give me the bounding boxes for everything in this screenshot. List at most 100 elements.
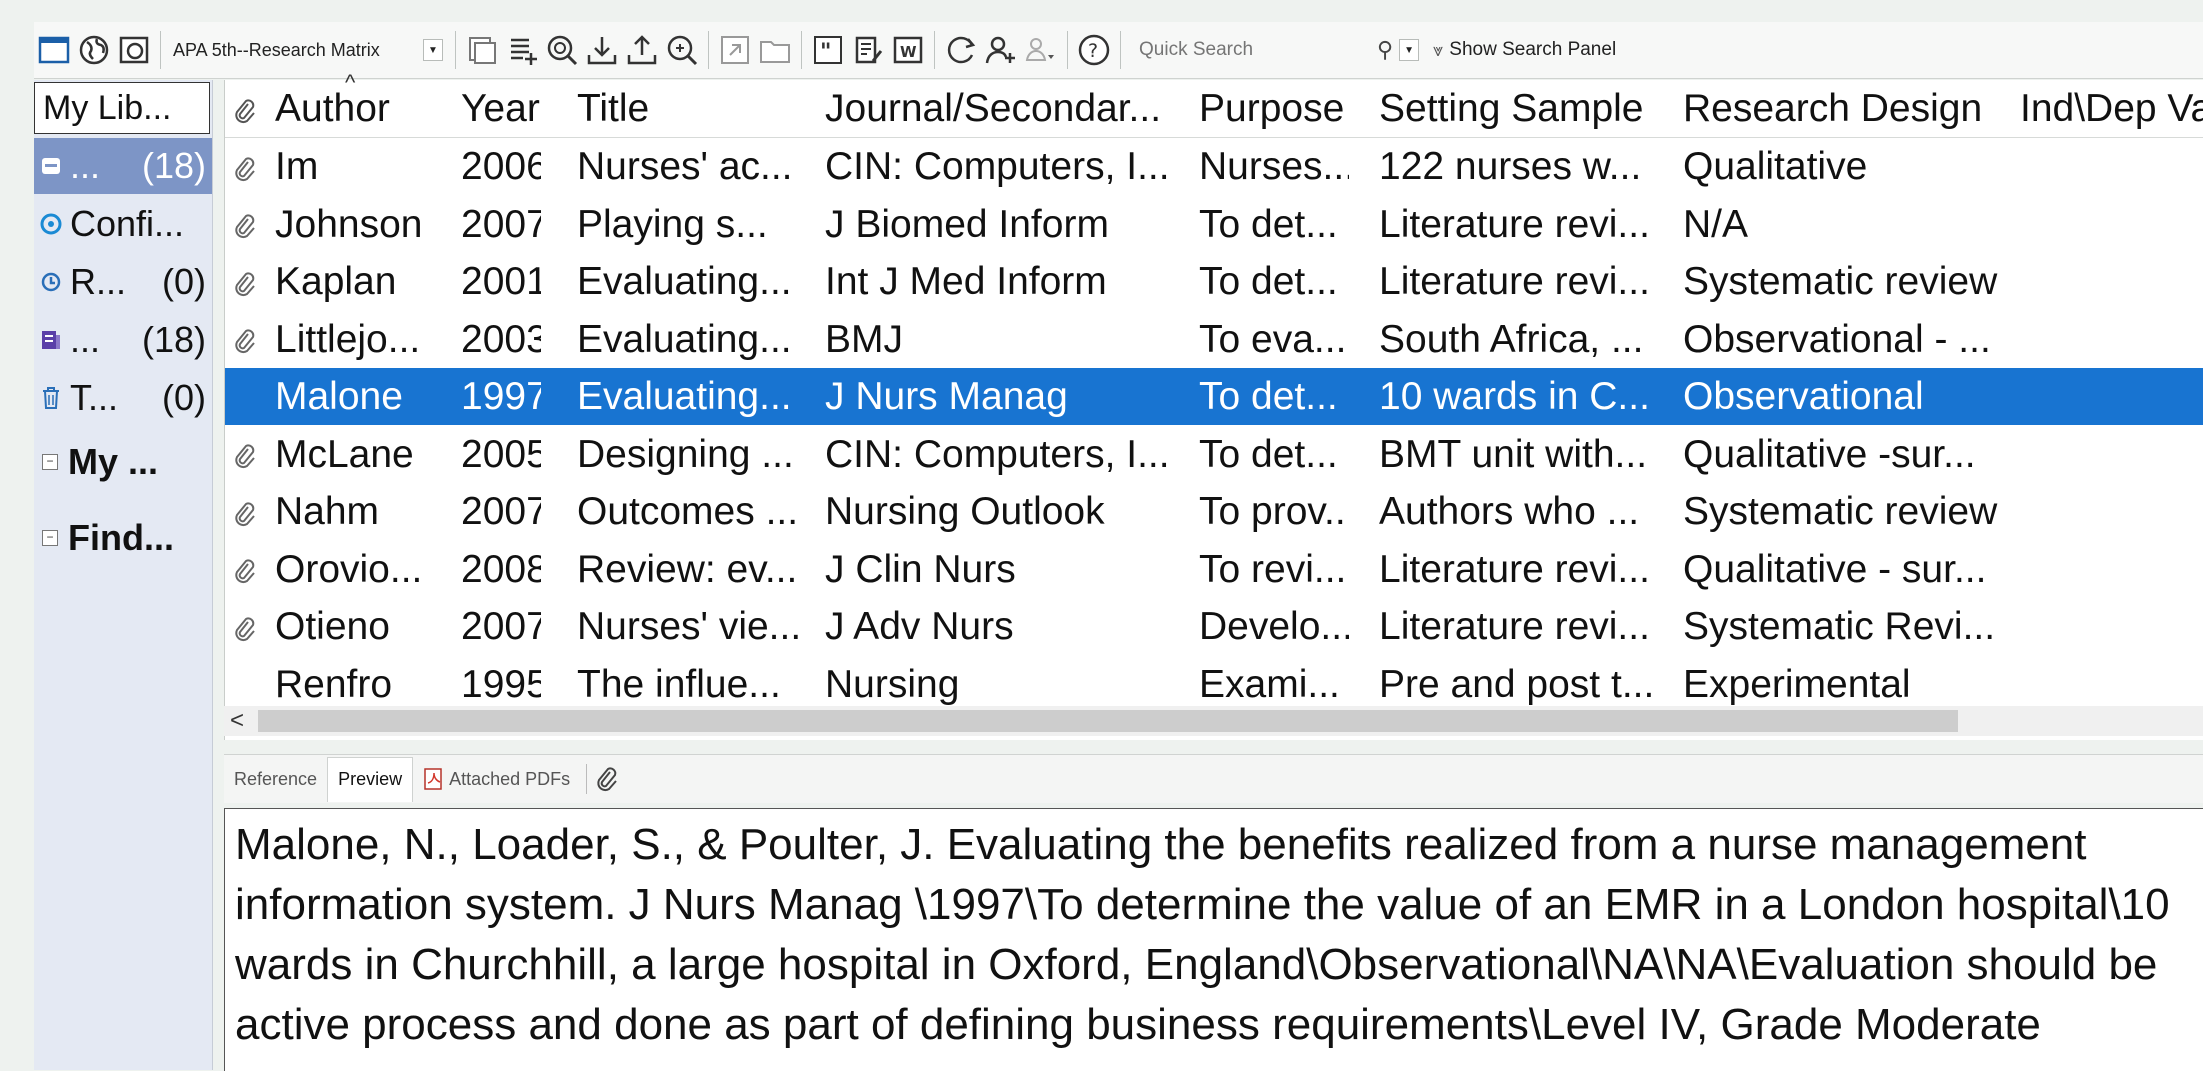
table-row[interactable]: Otieno 2007 Nurses' vie... J Adv Nurs Develo…	[225, 598, 2203, 655]
attachment-cell	[231, 426, 261, 483]
scrollbar-thumb[interactable]	[258, 710, 1958, 732]
integrated-library-icon[interactable]	[116, 28, 152, 72]
year-cell: 2005	[461, 432, 541, 476]
tab-preview[interactable]: Preview	[327, 756, 414, 802]
word-icon[interactable]: W	[890, 28, 926, 72]
import-icon[interactable]	[584, 28, 620, 72]
output-style-select[interactable]: APA 5th--Research Matrix ▼	[173, 30, 443, 70]
sidebar-header[interactable]: My Lib...	[34, 82, 210, 134]
sidebar-item-sync-status[interactable]: Confi...	[34, 196, 212, 252]
unfiled-icon	[40, 325, 66, 355]
setting-sample-cell: 10 wards in C...	[1379, 375, 1650, 418]
column-header-setting-sample[interactable]: Setting Sample	[1379, 80, 1679, 137]
table-row[interactable]: Littlejo... 2003 Evaluating... BMJ To eva...…	[225, 311, 2203, 368]
search-options-chevron-icon[interactable]: ▼	[1399, 39, 1420, 61]
tab-label: Attached PDFs	[449, 768, 571, 789]
scroll-left-arrow-icon[interactable]: <	[230, 706, 244, 736]
collapse-icon[interactable]: −	[42, 530, 58, 546]
table-row[interactable]: Nahm 2007 Outcomes ... Nursing Outlook To pr…	[225, 483, 2203, 540]
table-row[interactable]: Kaplan 2001 Evaluating... Int J Med Inform T…	[225, 253, 2203, 310]
open-file-icon[interactable]	[757, 28, 793, 72]
table-row[interactable]: Johnson 2007 Playing s... J Biomed Inform To…	[225, 196, 2203, 253]
open-link-icon[interactable]	[717, 28, 753, 72]
sync-icon[interactable]	[943, 28, 979, 72]
sidebar-group-my-groups[interactable]: − My ...	[34, 432, 212, 492]
title-cell: Evaluating...	[577, 317, 792, 361]
paperclip-icon	[235, 617, 255, 641]
tab-attached-pdfs[interactable]: Attached PDFs	[413, 757, 580, 801]
table-row[interactable]: Renfro 1995 The influe... Nursing Exami... Pr…	[225, 656, 2203, 713]
purpose-cell: Develo...	[1199, 605, 1349, 648]
show-search-panel-button[interactable]: ⩔ Show Search Panel	[1433, 39, 1616, 61]
year-cell: 2008	[461, 547, 541, 591]
sidebar-item-recently-added[interactable]: R... (0)	[34, 254, 212, 310]
sync-status-icon	[40, 209, 66, 239]
sidebar-item-count: (0)	[162, 377, 206, 418]
title-cell: Playing s...	[577, 202, 768, 246]
quick-search-input[interactable]	[1137, 38, 1361, 62]
research-design-cell: Qualitative - sur...	[1683, 547, 1987, 591]
formatted-reference-preview: Malone, N., Loader, S., & Poulter, J. Ev…	[235, 820, 2170, 1049]
table-row[interactable]: Malone 1997 Evaluating... J Nurs Manag To de…	[225, 368, 2203, 425]
chevron-down-icon[interactable]: ▼	[423, 39, 443, 61]
find-full-text-icon[interactable]	[544, 28, 580, 72]
insert-citation-icon[interactable]: "	[810, 28, 846, 72]
paperclip-icon[interactable]	[593, 764, 619, 794]
author-cell: Malone	[275, 375, 403, 418]
export-icon[interactable]	[624, 28, 660, 72]
sidebar-header-label: My Lib...	[43, 88, 172, 127]
online-search-mode-icon[interactable]	[664, 28, 700, 72]
setting-sample-cell: Literature revi...	[1379, 260, 1650, 303]
research-design-cell: Systematic Revi...	[1683, 605, 1996, 648]
column-header-research-design[interactable]: Research Design	[1683, 80, 2013, 137]
title-cell: The influe...	[577, 662, 781, 706]
setting-sample-cell: Literature revi...	[1379, 605, 1650, 648]
help-icon[interactable]: ?	[1076, 28, 1112, 72]
local-library-icon[interactable]	[36, 28, 72, 72]
toolbar-separator	[801, 31, 802, 69]
column-header-journal[interactable]: Journal/Secondar...	[825, 80, 1195, 137]
attachment-cell	[231, 368, 261, 425]
column-header-purpose[interactable]: Purpose	[1199, 80, 1349, 137]
column-header-author[interactable]: Author	[275, 80, 455, 137]
toolbar-separator	[934, 31, 935, 69]
horizontal-scrollbar[interactable]: <	[224, 706, 2203, 736]
table-row[interactable]: Im 2006 Nurses' ac... CIN: Computers, I... N…	[225, 138, 2203, 195]
title-cell: Outcomes ...	[577, 490, 799, 533]
sidebar-item-trash[interactable]: T... (0)	[34, 370, 212, 426]
research-design-cell: Observational - ...	[1683, 317, 1991, 361]
column-header-year[interactable]: Year	[461, 80, 541, 137]
collapse-icon[interactable]: −	[42, 454, 58, 470]
sidebar-item-count: (0)	[162, 261, 206, 302]
tab-reference[interactable]: Reference	[224, 757, 327, 801]
trash-icon	[40, 383, 66, 413]
recently-added-icon	[40, 267, 66, 297]
sidebar-item-all-references[interactable]: ... (18)	[34, 138, 212, 194]
toolbar-separator	[160, 31, 161, 69]
table-row[interactable]: McLane 2005 Designing ... CIN: Computers, I…	[225, 426, 2203, 483]
sidebar-item-label: Confi...	[70, 203, 185, 244]
copy-formatted-icon[interactable]	[464, 28, 500, 72]
search-icon[interactable]: ⚲	[1377, 37, 1393, 63]
table-row[interactable]: Orovio... 2008 Review: ev... J Clin Nurs To …	[225, 541, 2203, 598]
paperclip-icon	[235, 214, 255, 239]
column-header-title[interactable]: Title	[577, 80, 817, 137]
sidebar-item-label: ...	[70, 319, 101, 360]
tab-label: Reference	[234, 768, 318, 789]
format-bibliography-icon[interactable]	[850, 28, 886, 72]
paperclip-icon	[235, 329, 255, 354]
sidebar-group-label: My ...	[68, 441, 159, 482]
toolbar-separator	[455, 31, 456, 69]
sidebar-group-label: Find...	[68, 517, 174, 558]
year-cell: 2006	[461, 145, 541, 188]
purpose-cell: To det...	[1199, 202, 1338, 246]
column-header-ind-dep-var[interactable]: Ind\Dep Va	[2020, 80, 2203, 137]
sidebar-group-find-full-text[interactable]: − Find...	[34, 508, 212, 568]
share-options-icon[interactable]	[1023, 28, 1059, 72]
table-header: Author ^ Year Title Journal/Secondar... …	[225, 70, 2203, 138]
online-search-icon[interactable]	[76, 28, 112, 72]
attachment-column-header[interactable]	[231, 80, 261, 137]
sidebar-item-unfiled[interactable]: ... (18)	[34, 312, 212, 368]
new-reference-icon[interactable]	[504, 28, 540, 72]
share-group-icon[interactable]	[983, 28, 1019, 72]
